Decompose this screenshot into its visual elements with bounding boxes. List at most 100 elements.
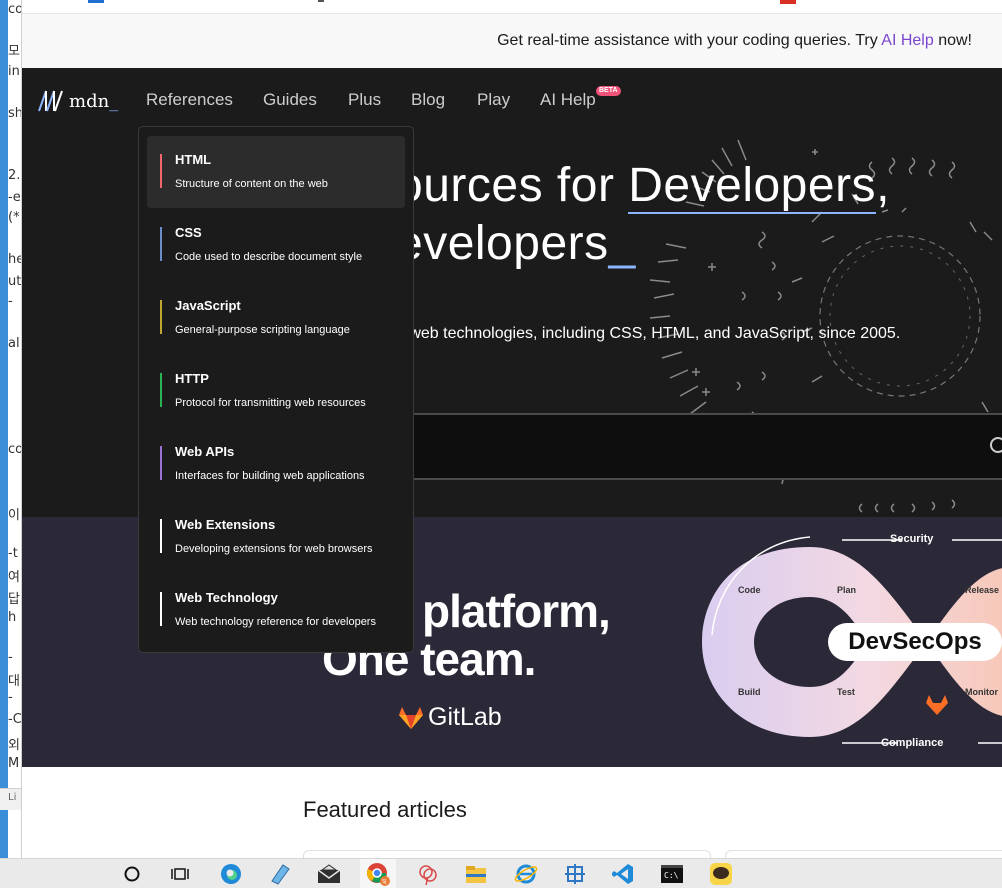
featured-card[interactable] [303,850,711,858]
ad-label-plan: Plan [837,585,857,595]
menu-accent-bar [160,592,162,626]
bg-text: 모 [8,44,20,59]
nav-blog[interactable]: Blog [411,68,445,132]
top-navigation: mdn_ References Guides Plus Blog Play AI… [22,68,1002,132]
nav-plus[interactable]: Plus [348,68,381,132]
devsecops-badge: DevSecOps [828,623,1002,661]
hero-title-line1: ources for Developers, [396,159,890,214]
kakaotalk-icon[interactable] [703,859,739,888]
menu-item-web-technology[interactable]: Web Technology Web technology reference … [147,574,405,646]
bg-text: 답 [8,592,20,607]
file-explorer-icon[interactable] [458,859,494,888]
ad-label-security: Security [890,533,934,545]
app-icon[interactable] [410,859,446,888]
mail-icon[interactable] [311,859,347,888]
gitlab-icon [399,706,423,729]
tab-indicator [88,0,104,3]
bg-text: - [8,294,13,309]
ad-label-build: Build [738,687,761,697]
bg-text: -t [8,546,18,561]
bg-text: ut [8,274,22,289]
menu-item-title: HTTP [175,371,209,386]
search-icon [990,437,1002,453]
nav-play[interactable]: Play [477,68,510,132]
menu-item-web-apis[interactable]: Web APIs Interfaces for building web app… [147,428,405,500]
background-window: co 모 in sh 2. -e (* he ut - al co 이 -t 여… [0,0,22,858]
menu-item-title: JavaScript [175,298,241,313]
menu-item-desc: Structure of content on the web [175,178,328,190]
menu-accent-bar [160,227,162,261]
nav-ai-help-label: AI Help [540,90,596,109]
bg-text: -C [8,712,22,727]
ai-help-banner: Get real-time assistance with your codin… [22,14,1002,68]
window-edge [0,0,8,858]
ad-label-test: Test [837,687,855,697]
bg-text: (* [8,210,20,225]
featured-articles-heading: Featured articles [303,797,467,822]
ad-label-release: Release [965,585,1000,595]
ad-label-monitor: Monitor [965,687,998,697]
bg-text: - [8,650,13,665]
menu-item-desc: Protocol for transmitting web resources [175,397,366,409]
references-dropdown: HTML Structure of content on the web CSS… [138,126,414,653]
bg-text: 여 [8,570,20,585]
menu-item-html[interactable]: HTML Structure of content on the web [147,136,405,208]
ie-icon[interactable] [508,859,544,888]
menu-item-javascript[interactable]: JavaScript General-purpose scripting lan… [147,282,405,354]
svg-text:C:\: C:\ [664,871,679,880]
task-view-icon[interactable] [162,859,198,888]
bg-text: co [8,442,22,457]
menu-item-desc: Code used to describe document style [175,251,363,263]
bg-status-bar: Li [0,788,21,810]
nav-guides[interactable]: Guides [263,68,317,132]
bg-text: M [8,756,20,771]
bg-text: 이 [8,508,20,523]
menu-accent-bar [160,154,162,188]
banner-text: Get real-time assistance with your codin… [497,32,882,49]
beta-badge: BETA [596,86,621,96]
ad-label-compliance: Compliance [881,737,944,749]
bg-text: al [8,336,20,351]
ad-headline: platform, [422,585,611,637]
svg-text:SJ: SJ [382,879,387,885]
menu-item-desc: General-purpose scripting language [175,324,350,336]
bg-text: in [8,64,20,79]
bg-text: sh [8,106,22,121]
gitlab-text: GitLab [428,703,502,731]
menu-item-web-extensions[interactable]: Web Extensions Developing extensions for… [147,501,405,573]
menu-accent-bar [160,446,162,480]
network-icon[interactable] [557,859,593,888]
cursor-underscore: _ [608,217,636,270]
mdn-logo[interactable]: mdn_ [38,88,124,114]
mdn-m-icon [38,90,63,112]
chrome-icon[interactable]: SJ [360,859,396,888]
ai-help-link[interactable]: AI Help [881,32,933,49]
menu-item-title: CSS [175,225,202,240]
menu-accent-bar [160,373,162,407]
search-icon[interactable] [114,859,150,888]
bg-text: -e [8,190,21,205]
bg-text: he [8,252,21,267]
browser-page: Get real-time assistance with your codin… [22,0,1002,858]
menu-item-http[interactable]: HTTP Protocol for transmitting web resou… [147,355,405,427]
featured-card[interactable] [725,850,1002,858]
bg-text: 외 [8,738,20,753]
vscode-icon[interactable] [605,859,641,888]
menu-item-title: Web APIs [175,444,235,459]
top-strip [22,0,1002,14]
hero-title-line2: evelopers_ [396,217,636,270]
bg-text: - [8,690,13,705]
hero-subtitle: g web technologies, including CSS, HTML,… [396,325,901,342]
terminal-icon[interactable]: C:\ [654,859,690,888]
bg-text: Li [8,792,17,803]
menu-accent-bar [160,300,162,334]
menu-item-title: Web Technology [175,590,278,605]
banner-text: now! [933,32,972,49]
nav-ai-help[interactable]: AI Help BETA [540,68,621,132]
tab-indicator [318,0,324,2]
nav-references[interactable]: References [146,68,233,132]
notepad-icon[interactable] [262,859,298,888]
menu-item-css[interactable]: CSS Code used to describe document style [147,209,405,281]
edge-icon[interactable] [213,859,249,888]
hero-title-link[interactable]: Developers [628,159,877,214]
